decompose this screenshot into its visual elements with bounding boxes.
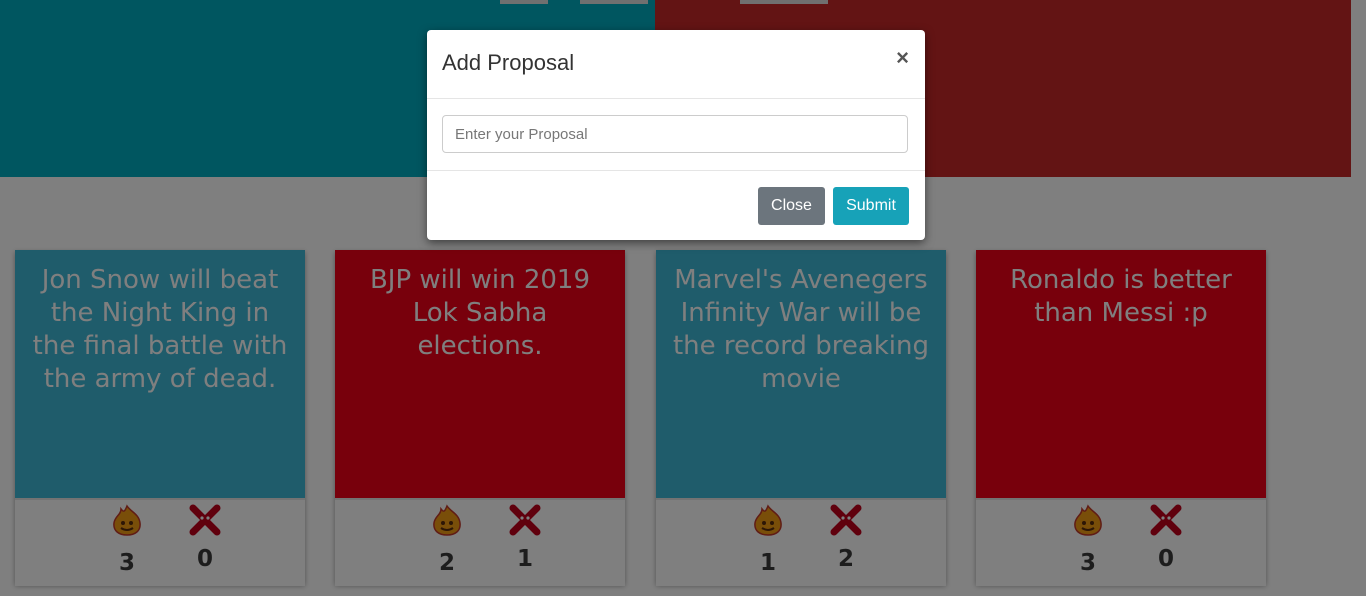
proposal-input[interactable]	[442, 115, 908, 153]
modal-title: Add Proposal	[442, 50, 575, 75]
modal-body	[427, 99, 925, 171]
close-icon[interactable]: ×	[896, 45, 909, 71]
modal-header: Add Proposal ×	[427, 30, 925, 99]
add-proposal-modal: Add Proposal × Close Submit	[427, 30, 925, 240]
submit-button[interactable]: Submit	[833, 187, 909, 225]
modal-footer: Close Submit	[427, 171, 925, 241]
close-button[interactable]: Close	[758, 187, 825, 225]
